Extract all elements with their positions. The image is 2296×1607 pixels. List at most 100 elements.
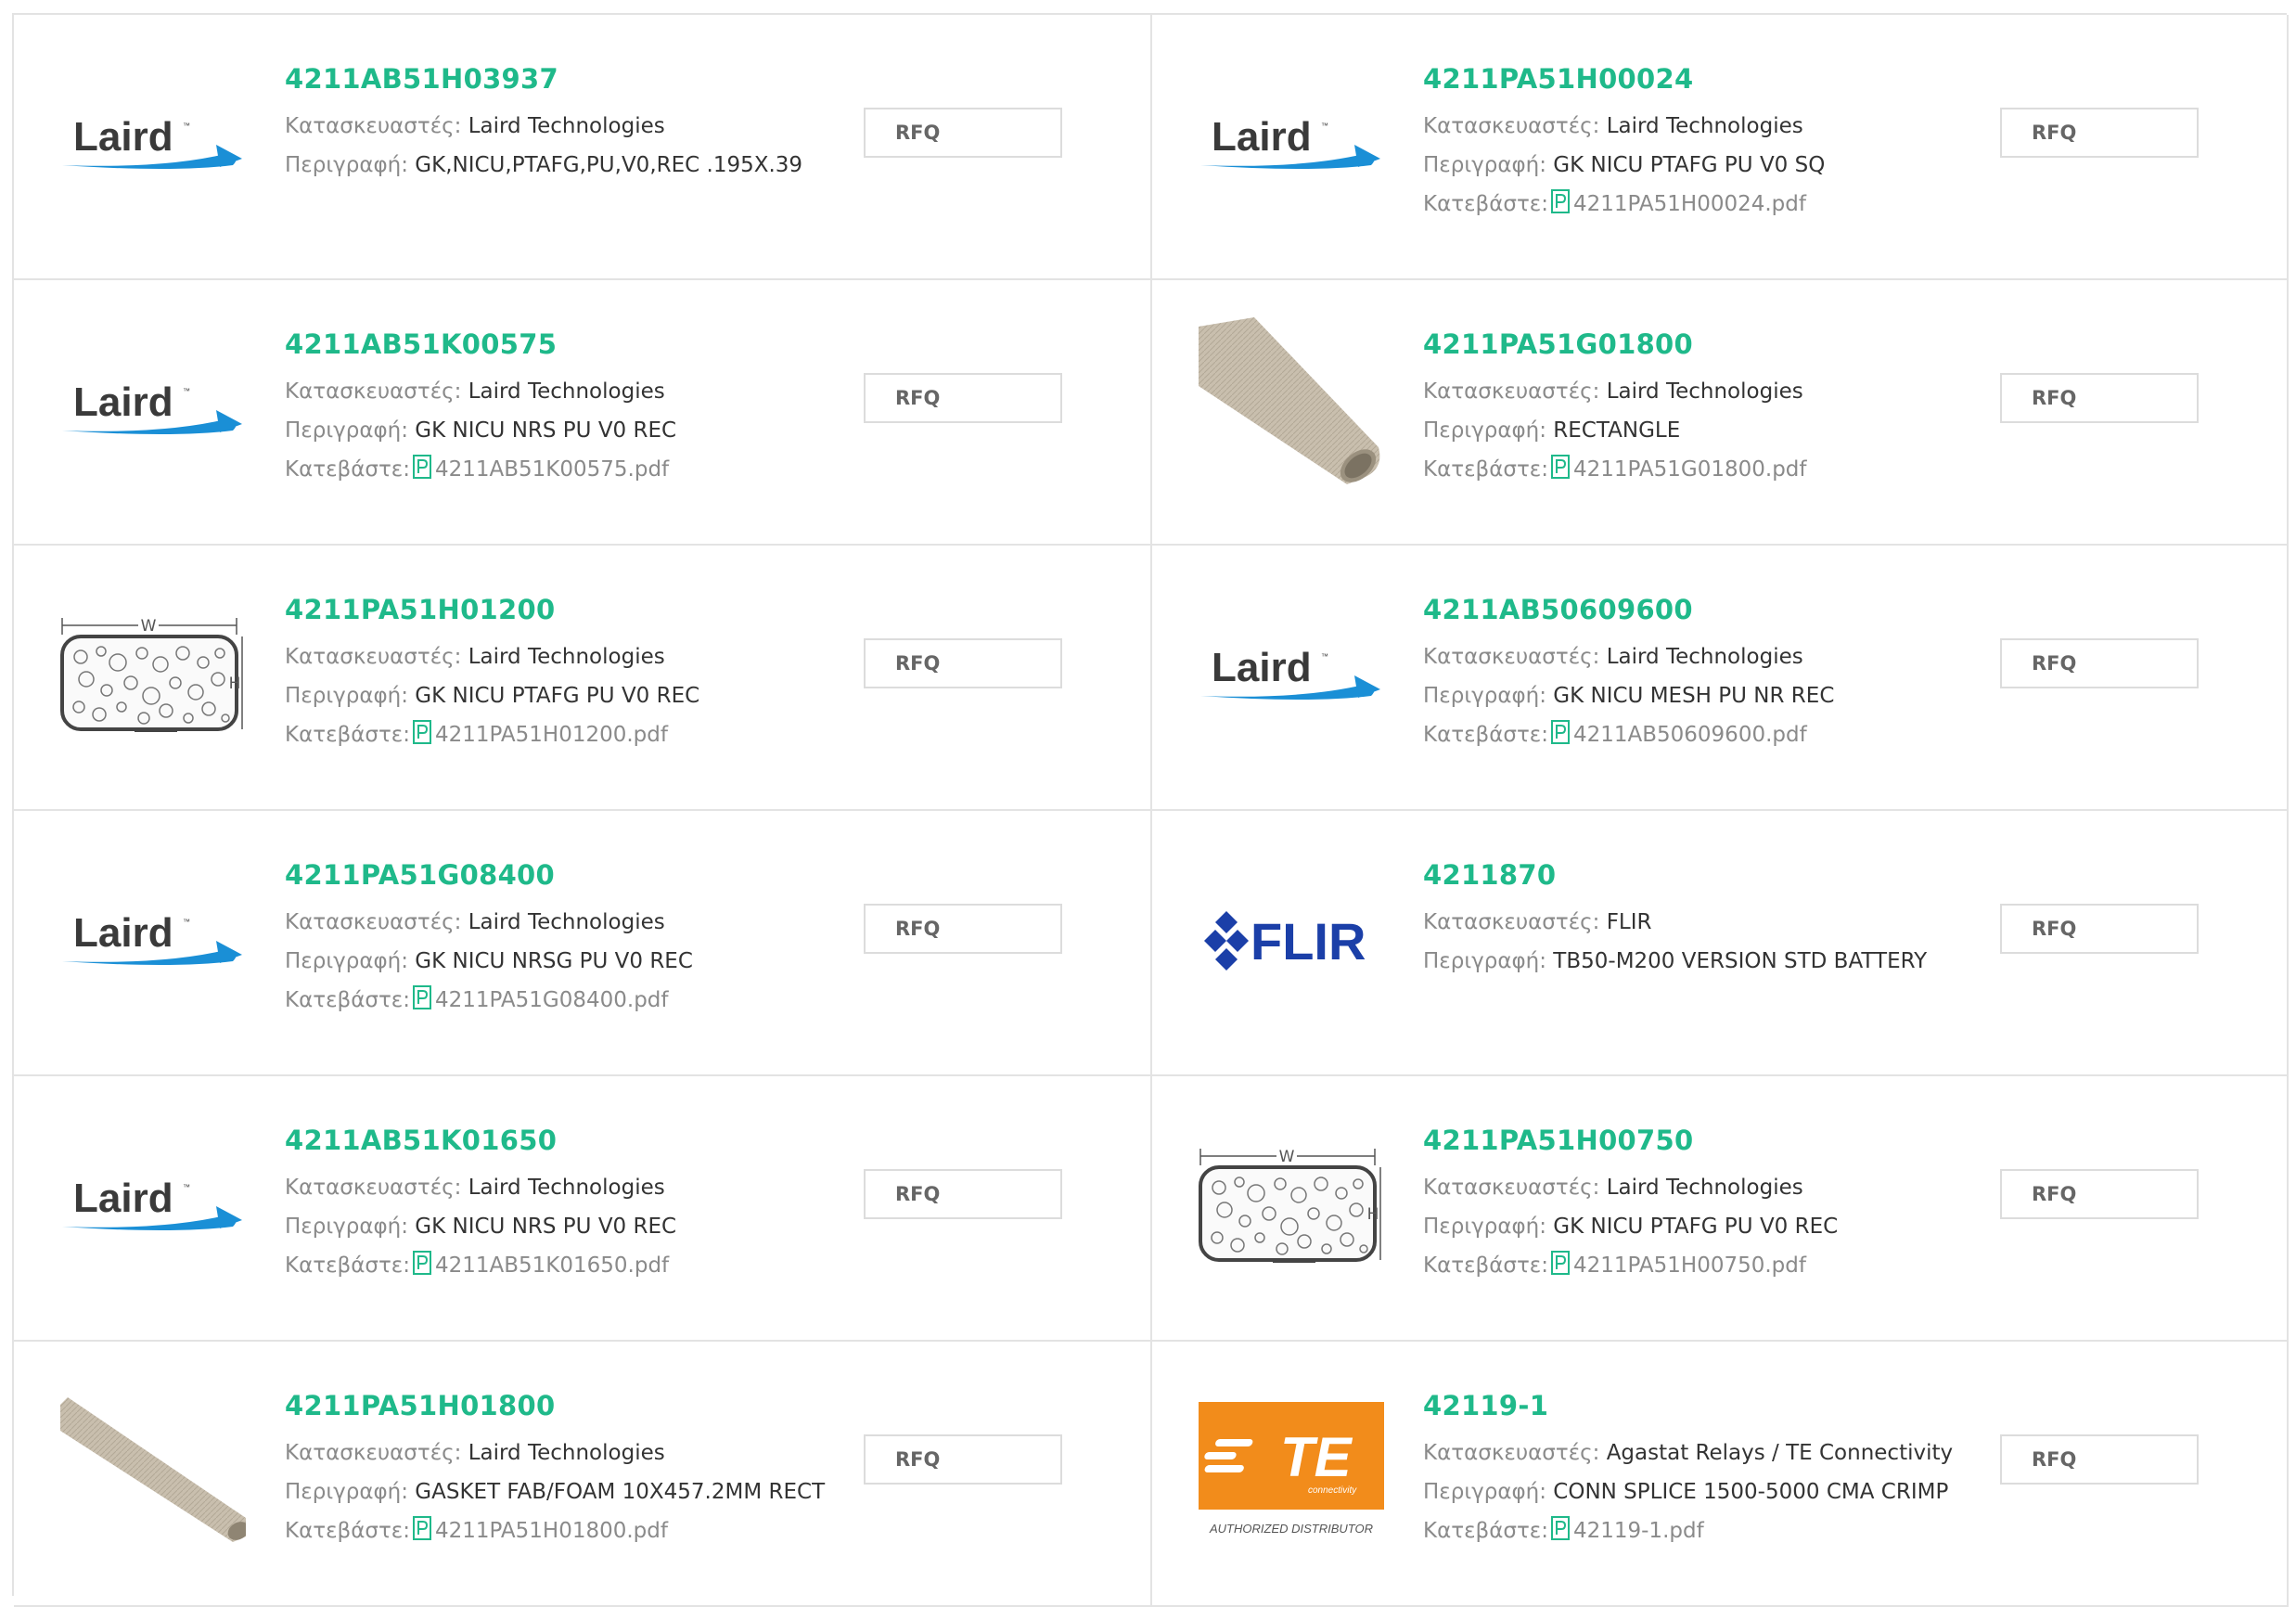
- manufacturer-row: Κατασκευαστές: Laird Technologies: [1423, 107, 1980, 146]
- manufacturer-label: Κατασκευαστές:: [1423, 1176, 1600, 1200]
- rfq-button[interactable]: RFQ: [2000, 108, 2199, 158]
- description-value: CONN SPLICE 1500-5000 CMA CRIMP: [1553, 1480, 1949, 1504]
- part-number-link[interactable]: 4211PA51G01800: [1423, 328, 1980, 360]
- product-card: 4211PA51H01800 Κατασκευαστές: Laird Tech…: [14, 1342, 1152, 1607]
- part-number-link[interactable]: 42119-1: [1423, 1390, 1980, 1421]
- part-number-link[interactable]: 4211PA51H01800: [285, 1390, 841, 1421]
- product-card: FLIR 4211870 Κατασκευαστές: FLIR Περιγρα…: [1152, 811, 2289, 1076]
- product-card: Laird ™ 4211PA51H00024 Κατασκευαστές: La…: [1152, 15, 2289, 280]
- pdf-download-link[interactable]: 42119-1.pdf: [1573, 1519, 1704, 1543]
- part-number-link[interactable]: 4211PA51H00750: [1423, 1125, 1980, 1156]
- part-number-link[interactable]: 4211AB50609600: [1423, 594, 1980, 625]
- part-number-link[interactable]: 4211PA51H00024: [1423, 63, 1980, 95]
- download-row: Κατεβάστε: 4211PA51H01200.pdf: [285, 715, 841, 757]
- description-row: Περιγραφή: GK NICU MESH PU NR REC: [1423, 676, 1980, 715]
- manufacturer-label: Κατασκευαστές:: [1423, 1441, 1600, 1465]
- product-card: Laird ™ 4211AB50609600 Κατασκευαστές: La…: [1152, 546, 2289, 811]
- download-row: Κατεβάστε: 4211AB51K01650.pdf: [285, 1246, 841, 1288]
- pdf-icon[interactable]: [412, 718, 431, 757]
- manufacturer-label: Κατασκευαστές:: [1423, 910, 1600, 934]
- manufacturer-row: Κατασκευαστές: Laird Technologies: [1423, 1168, 1980, 1207]
- pdf-download-link[interactable]: 4211AB51K00575.pdf: [435, 457, 669, 482]
- svg-text:Laird: Laird: [73, 910, 173, 956]
- pdf-icon[interactable]: [1550, 187, 1570, 226]
- description-row: Περιγραφή: RECTANGLE: [1423, 411, 1980, 450]
- rfq-button[interactable]: RFQ: [2000, 904, 2199, 954]
- rfq-button[interactable]: RFQ: [864, 638, 1062, 688]
- part-number-link[interactable]: 4211870: [1423, 859, 1980, 891]
- product-image[interactable]: TE connectivity AUTHORIZED DISTRIBUTOR: [1199, 1379, 1384, 1564]
- pdf-icon[interactable]: [412, 1514, 431, 1553]
- pdf-download-link[interactable]: 4211AB51K01650.pdf: [435, 1253, 669, 1278]
- product-image[interactable]: Laird ™: [1199, 583, 1384, 768]
- rfq-button[interactable]: RFQ: [864, 904, 1062, 954]
- rfq-button[interactable]: RFQ: [864, 1434, 1062, 1485]
- description-row: Περιγραφή: GK NICU PTAFG PU V0 REC: [285, 676, 841, 715]
- download-label: Κατεβάστε:: [1423, 457, 1548, 482]
- pdf-icon[interactable]: [412, 1249, 431, 1288]
- product-image[interactable]: [1199, 317, 1384, 503]
- download-row: Κατεβάστε: 4211AB51K00575.pdf: [285, 450, 841, 492]
- pdf-download-link[interactable]: 4211PA51G08400.pdf: [435, 988, 669, 1012]
- svg-text:Laird: Laird: [1212, 645, 1312, 690]
- foam-gasket-diagram-icon: W H: [60, 616, 243, 732]
- pdf-icon[interactable]: [1550, 453, 1570, 492]
- pdf-download-link[interactable]: 4211PA51H01200.pdf: [435, 723, 668, 747]
- laird-logo-icon: Laird ™: [62, 1176, 242, 1230]
- pdf-icon[interactable]: [1550, 1249, 1570, 1288]
- svg-text:™: ™: [1321, 122, 1328, 130]
- pdf-icon[interactable]: [1550, 718, 1570, 757]
- pdf-download-link[interactable]: 4211PA51G01800.pdf: [1573, 457, 1807, 482]
- product-info: 4211AB50609600 Κατασκευαστές: Laird Tech…: [1423, 594, 1980, 757]
- part-number-link[interactable]: 4211AB51K01650: [285, 1125, 841, 1156]
- product-image[interactable]: Laird ™: [60, 1113, 246, 1299]
- pdf-download-link[interactable]: 4211PA51H00024.pdf: [1573, 192, 1806, 216]
- part-number-link[interactable]: 4211AB51K00575: [285, 328, 841, 360]
- product-info: 4211PA51H01800 Κατασκευαστές: Laird Tech…: [285, 1390, 841, 1553]
- product-image[interactable]: FLIR: [1199, 848, 1384, 1034]
- pdf-download-link[interactable]: 4211AB50609600.pdf: [1573, 723, 1807, 747]
- product-image[interactable]: Laird ™: [60, 317, 246, 503]
- description-label: Περιγραφή:: [1423, 418, 1546, 443]
- product-info: 4211PA51H00024 Κατασκευαστές: Laird Tech…: [1423, 63, 1980, 226]
- manufacturer-value: Laird Technologies: [468, 1441, 665, 1465]
- rfq-button[interactable]: RFQ: [2000, 373, 2199, 423]
- description-label: Περιγραφή:: [285, 684, 408, 708]
- manufacturer-label: Κατασκευαστές:: [285, 910, 462, 934]
- rfq-button[interactable]: RFQ: [2000, 1434, 2199, 1485]
- rfq-button[interactable]: RFQ: [2000, 638, 2199, 688]
- rfq-button[interactable]: RFQ: [864, 108, 1062, 158]
- manufacturer-value: Laird Technologies: [468, 910, 665, 934]
- product-card: Laird ™ 4211AB51H03937 Κατασκευαστές: La…: [14, 15, 1152, 280]
- description-label: Περιγραφή:: [1423, 949, 1546, 973]
- download-row: Κατεβάστε: 4211PA51H01800.pdf: [285, 1511, 841, 1553]
- product-image[interactable]: W H: [60, 583, 246, 768]
- product-image[interactable]: [60, 1379, 246, 1564]
- product-info: 4211AB51H03937 Κατασκευαστές: Laird Tech…: [285, 63, 841, 185]
- foam-gasket-diagram-icon: W H: [1199, 1147, 1381, 1263]
- description-label: Περιγραφή:: [1423, 1480, 1546, 1504]
- pdf-download-link[interactable]: 4211PA51H01800.pdf: [435, 1519, 668, 1543]
- manufacturer-label: Κατασκευαστές:: [285, 1441, 462, 1465]
- pdf-icon[interactable]: [412, 983, 431, 1022]
- manufacturer-value: Laird Technologies: [468, 1176, 665, 1200]
- product-image[interactable]: Laird ™: [60, 848, 246, 1034]
- product-image[interactable]: Laird ™: [60, 52, 246, 238]
- product-info: 4211AB51K01650 Κατασκευαστές: Laird Tech…: [285, 1125, 841, 1288]
- manufacturer-row: Κατασκευαστές: Laird Technologies: [285, 107, 841, 146]
- manufacturer-label: Κατασκευαστές:: [1423, 379, 1600, 404]
- product-image[interactable]: Laird ™: [1199, 52, 1384, 238]
- part-number-link[interactable]: 4211AB51H03937: [285, 63, 841, 95]
- part-number-link[interactable]: 4211PA51G08400: [285, 859, 841, 891]
- rfq-button[interactable]: RFQ: [864, 1169, 1062, 1219]
- pdf-icon[interactable]: [1550, 1514, 1570, 1553]
- part-number-link[interactable]: 4211PA51H01200: [285, 594, 841, 625]
- rfq-button[interactable]: RFQ: [864, 373, 1062, 423]
- product-card: Laird ™ 4211PA51G08400 Κατασκευαστές: La…: [14, 811, 1152, 1076]
- product-image[interactable]: W H: [1199, 1113, 1384, 1299]
- product-info: 4211PA51H01200 Κατασκευαστές: Laird Tech…: [285, 594, 841, 757]
- rfq-button[interactable]: RFQ: [2000, 1169, 2199, 1219]
- pdf-download-link[interactable]: 4211PA51H00750.pdf: [1573, 1253, 1806, 1278]
- pdf-icon[interactable]: [412, 453, 431, 492]
- svg-text:H: H: [1367, 1205, 1379, 1224]
